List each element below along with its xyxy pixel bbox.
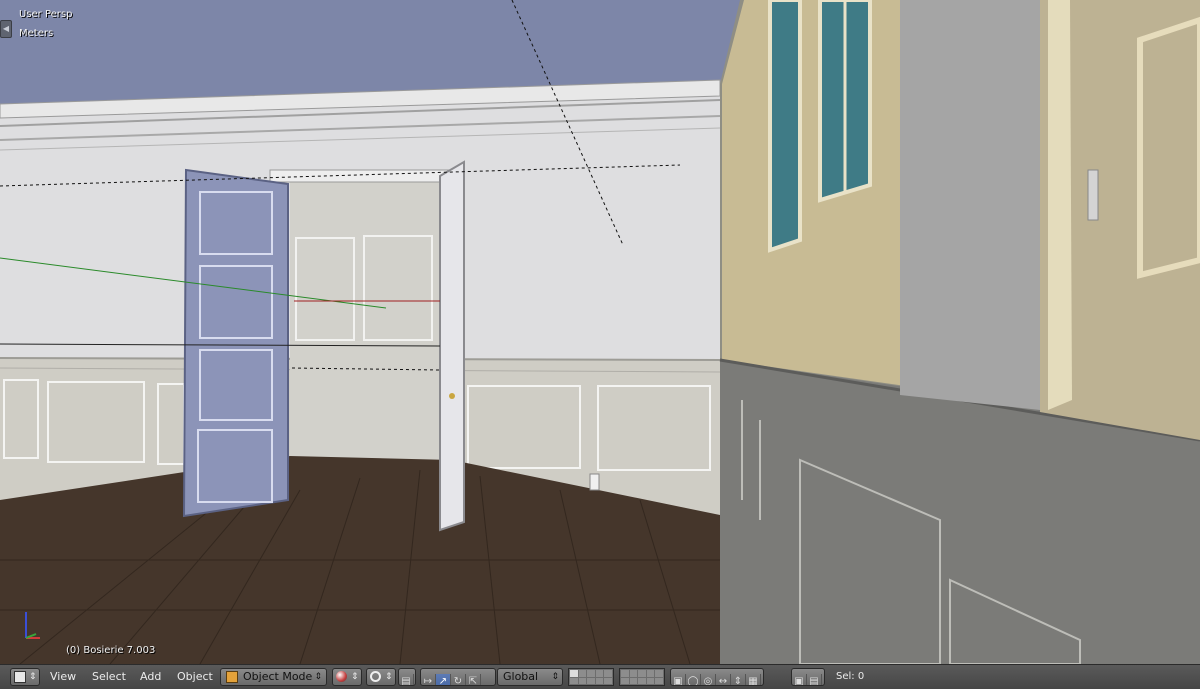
layers-group-2[interactable] — [619, 668, 665, 686]
chevron-updown-icon: ⇕ — [351, 672, 359, 682]
snap-element-icon[interactable]: ↔ — [716, 674, 731, 685]
left-toolshelf-toggle[interactable]: ◀ — [0, 20, 12, 38]
opengl-render-icon[interactable]: ▣ — [792, 674, 807, 685]
orientation-label: Global — [503, 670, 539, 683]
doorway-interior — [290, 176, 452, 460]
proportional-edit-icon[interactable]: ◯ — [686, 674, 701, 685]
menu-object[interactable]: Object — [177, 669, 213, 685]
mode-label: Object Mode — [243, 670, 313, 683]
manipulator-toggle-group: ▤ — [398, 668, 416, 686]
editor-type-button[interactable]: ⇕ — [10, 668, 40, 686]
opengl-animation-icon[interactable]: ▤ — [807, 674, 822, 685]
proportional-edit-group: ▣ ◯ ◎ ↔ ⇕ ▦ — [670, 668, 764, 686]
pivot-point-icon — [370, 671, 381, 682]
snap-target-icon[interactable]: ⇕ — [731, 674, 746, 685]
translate-manipulator-icon[interactable]: ↗ — [436, 674, 451, 685]
menu-select[interactable]: Select — [92, 669, 126, 685]
scale-manipulator-icon[interactable]: ⇱ — [466, 674, 481, 685]
transform-manipulator-group: ↦ ↗ ↻ ⇱ — [420, 668, 496, 686]
sphere-shading-icon — [336, 671, 347, 682]
lock-layers-icon[interactable]: ▣ — [671, 674, 686, 685]
manipulator-axis-icon[interactable]: ↦ — [421, 674, 436, 685]
object-info: (0) Bosierie 7.003 — [66, 645, 156, 656]
snap-mode-icon[interactable]: ▦ — [746, 674, 761, 685]
units-label: Meters — [19, 28, 54, 39]
axis-gizmo-icon — [25, 612, 40, 639]
lock-select-icon[interactable]: ▤ — [399, 674, 414, 685]
mode-selector[interactable]: Object Mode ⇕ — [220, 668, 327, 686]
open-door-right — [439, 160, 465, 532]
chevron-updown-icon: ⇕ — [385, 672, 393, 682]
selection-count: Sel: 0 — [836, 671, 865, 682]
menu-view[interactable]: View — [50, 669, 76, 685]
view-label: User Persp — [19, 9, 73, 20]
chevron-updown-icon: ⇕ — [551, 672, 559, 682]
chevron-updown-icon: ⇕ — [29, 672, 37, 682]
menu-add[interactable]: Add — [140, 669, 161, 685]
viewport-scene[interactable] — [0, 0, 1200, 664]
viewport-shading-button[interactable]: ⇕ — [332, 668, 362, 686]
transform-orientation-select[interactable]: Global ⇕ — [497, 668, 563, 686]
3d-viewport[interactable]: ◀ User Persp Meters (0) Bosierie 7.003 — [0, 0, 1200, 664]
cube-icon — [14, 671, 26, 683]
window-1 — [768, 0, 802, 253]
rotate-manipulator-icon[interactable]: ↻ — [451, 674, 466, 685]
object-mode-icon — [226, 671, 238, 683]
layers-group-1[interactable] — [568, 668, 614, 686]
chevron-updown-icon: ⇕ — [314, 672, 322, 682]
viewport-header: ⇕ View Select Add Object Object Mode ⇕ ⇕… — [0, 664, 1200, 689]
render-preview-group: ▣ ▤ — [791, 668, 825, 686]
snap-toggle-icon[interactable]: ◎ — [701, 674, 716, 685]
pivot-point-button[interactable]: ⇕ — [366, 668, 396, 686]
